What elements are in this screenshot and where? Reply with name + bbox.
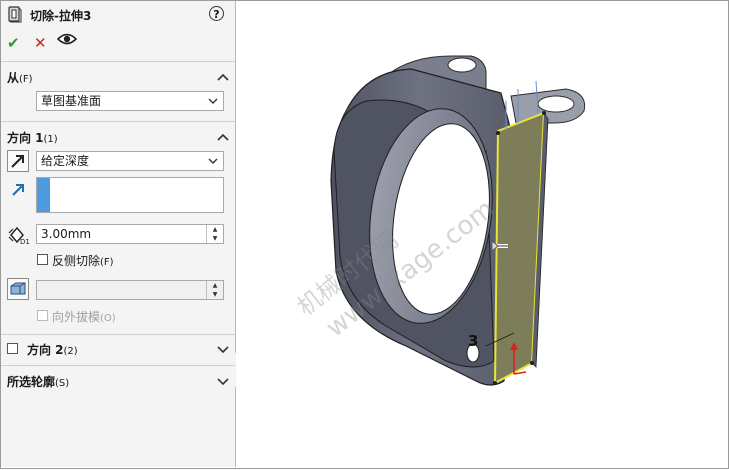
direction1-section-header[interactable]: 方向 1(1) [7,129,58,146]
vertex [493,381,497,385]
depth-dimension-icon: D1 [8,226,30,245]
depth-input[interactable]: 3.00mm ▲ ▼ [36,224,224,244]
panel-titlebar: 切除-拉伸3 ? [1,1,235,29]
spin-down-icon[interactable]: ▼ [207,290,223,299]
top-slot [447,57,477,73]
end-condition-value: 给定深度 [41,154,90,168]
from-section-shortcut: (F) [19,74,33,85]
preview-eye-icon[interactable] [56,32,78,50]
graphics-viewport[interactable]: 3 机械时代网 www.jxage.com [236,1,727,467]
hook-hole [537,95,575,113]
chevron-down-icon [208,98,218,104]
property-manager-panel: 切除-拉伸3 ? ✔ ✕ 从(F) 草图基准面 方向 1(1) 给定深度 D1 … [1,1,236,467]
draft-outward-shortcut: (O) [100,313,116,324]
chevron-up-icon[interactable] [217,132,229,142]
selected-contours-title: 所选轮廓 [7,375,56,389]
spin-up-icon[interactable]: ▲ [207,225,223,234]
separator [1,365,235,366]
separator [1,61,235,62]
svg-text:D1: D1 [20,238,30,245]
chevron-down-icon [208,158,218,164]
from-section-title: 从 [7,71,20,85]
draft-outward-text: 向外拔模 [52,310,101,324]
chevron-down-icon[interactable] [217,376,229,386]
draft-toggle-button[interactable] [7,278,29,300]
reverse-direction-icon [11,155,24,168]
from-section-header[interactable]: 从(F) [7,69,33,86]
from-condition-select[interactable]: 草图基准面 [36,91,224,111]
reverse-direction-button[interactable] [7,150,29,172]
flip-side-shortcut: (F) [100,257,114,268]
feature-title: 切除-拉伸3 [30,9,92,23]
depth-spinner[interactable]: ▲ ▼ [206,225,223,243]
selected-contours-header[interactable]: 所选轮廓(S) [7,373,69,390]
direction2-checkbox[interactable] [7,343,18,354]
spin-down-icon[interactable]: ▼ [207,234,223,243]
cut-extrude-feature-icon [8,6,22,23]
listbox-selection-marker [37,178,50,212]
flip-side-checkbox[interactable] [37,254,48,265]
draft-outward-checkbox[interactable] [37,310,48,321]
vertex [542,111,546,115]
depth-value: 3.00mm [41,227,92,241]
vertex [530,361,534,365]
direction-vector-icon [12,184,24,196]
part-model-view[interactable]: 3 机械时代网 www.jxage.com [236,1,727,467]
direction2-shortcut: (2) [63,346,78,357]
spin-up-icon[interactable]: ▲ [207,281,223,290]
flip-side-label: 反侧切除(F) [52,252,114,269]
direction-vector-listbox[interactable] [36,177,224,213]
draft-angle-input[interactable]: ▲ ▼ [36,280,224,300]
ok-check-icon[interactable]: ✔ [7,34,20,52]
flip-side-text: 反侧切除 [52,254,101,268]
chevron-down-icon[interactable] [217,344,229,354]
end-condition-select[interactable]: 给定深度 [36,151,224,171]
help-icon[interactable]: ? [209,6,224,21]
depth-dimension-label[interactable]: 3 [468,332,478,350]
direction2-title: 方向 2 [27,343,64,357]
direction1-shortcut: (1) [43,134,58,145]
vertex [496,131,500,135]
direction1-title: 方向 1 [7,131,44,145]
separator [1,334,235,335]
cancel-x-icon[interactable]: ✕ [34,34,47,52]
selected-contours-shortcut: (S) [55,378,70,389]
from-condition-value: 草图基准面 [41,94,102,108]
chevron-up-icon[interactable] [217,72,229,82]
draft-spinner[interactable]: ▲ ▼ [206,281,223,299]
draft-outward-label: 向外拔模(O) [52,308,116,325]
separator [1,121,235,122]
draft-icon [10,282,26,295]
direction2-section-header[interactable]: 方向 2(2) [27,341,78,358]
